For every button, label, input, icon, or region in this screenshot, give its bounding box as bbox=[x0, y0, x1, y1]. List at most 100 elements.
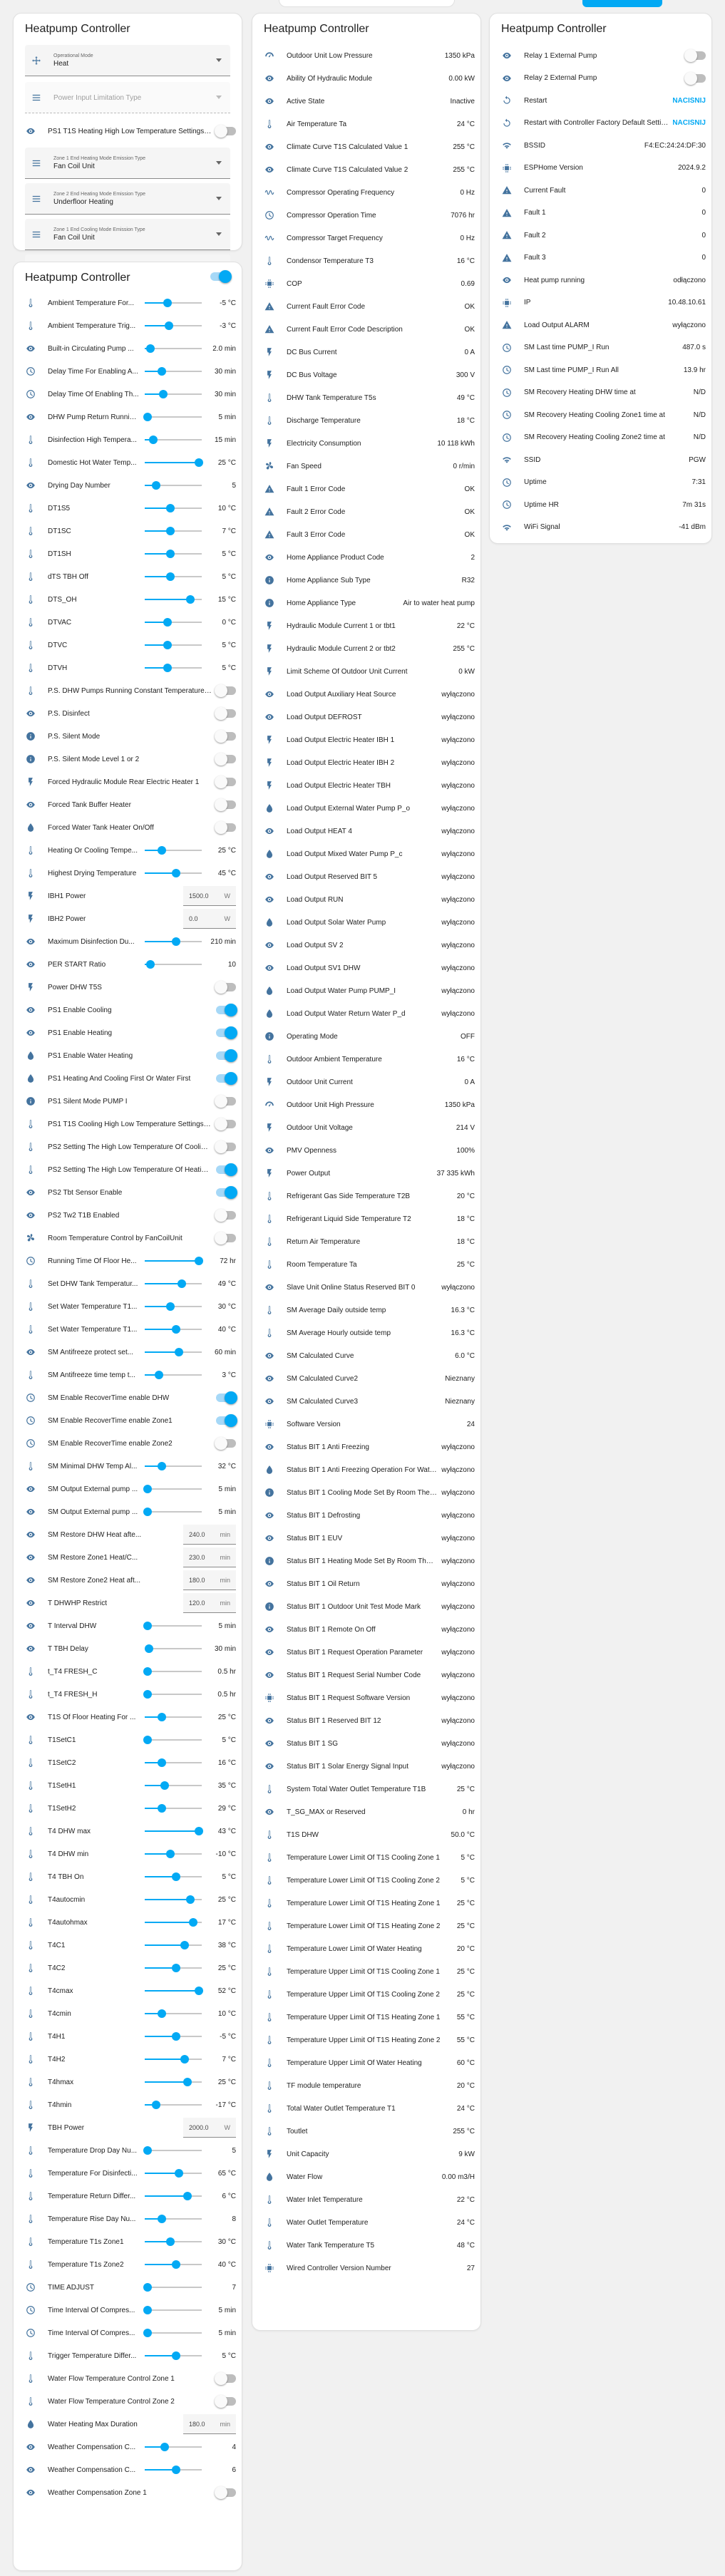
sensor-row-load-output-water-pump-pump-i[interactable]: Load Output Water Pump PUMP_I wyłączono bbox=[258, 980, 475, 1001]
slider-handle[interactable] bbox=[172, 1964, 180, 1972]
value-slider[interactable] bbox=[143, 413, 202, 421]
value-slider[interactable] bbox=[145, 1987, 203, 1995]
sensor-row-dc-bus-voltage[interactable]: DC Bus Voltage 300 V bbox=[258, 364, 475, 386]
toggle-switch[interactable] bbox=[216, 1004, 237, 1016]
diag-row-relay-1-external-pump[interactable]: Relay 1 External Pump bbox=[495, 45, 706, 66]
value-slider[interactable] bbox=[145, 436, 202, 444]
slider-handle[interactable] bbox=[158, 2215, 166, 2223]
sensor-row-outdoor-unit-voltage[interactable]: Outdoor Unit Voltage 214 V bbox=[258, 1117, 475, 1138]
switch-row-ps1-heating-and-cooling-first-or-water-f[interactable]: PS1 Heating And Cooling First Or Water F… bbox=[19, 1068, 237, 1089]
switch-row-power-dhw-t5s[interactable]: Power DHW T5S bbox=[19, 977, 236, 998]
diag-row-fault-3[interactable]: Fault 3 0 bbox=[495, 247, 706, 269]
value-slider[interactable] bbox=[145, 367, 202, 376]
sensor-row-system-total-water-outlet-temperature-t1[interactable]: System Total Water Outlet Temperature T1… bbox=[258, 1778, 475, 1800]
sensor-row-pmv-openness[interactable]: PMV Openness 100% bbox=[258, 1140, 475, 1161]
slider-handle[interactable] bbox=[183, 2078, 192, 2086]
sensor-row-temperature-lower-limit-of-t1s-heating-z[interactable]: Temperature Lower Limit Of T1S Heating Z… bbox=[258, 1892, 475, 1914]
slider-handle[interactable] bbox=[166, 2237, 175, 2246]
slider-handle[interactable] bbox=[166, 1302, 175, 1311]
sensor-row-home-appliance-sub-type[interactable]: Home Appliance Sub Type R32 bbox=[258, 570, 475, 591]
value-slider[interactable] bbox=[145, 2032, 202, 2041]
toggle-switch[interactable] bbox=[215, 1140, 236, 1153]
sensor-row-status-bit-1-outdoor-unit-test-mode-mark[interactable]: Status BIT 1 Outdoor Unit Test Mode Mark… bbox=[258, 1596, 475, 1617]
power-input-limitation-select[interactable]: Power Input Limitation Type bbox=[25, 82, 230, 113]
switch-row-ps1-enable-cooling[interactable]: PS1 Enable Cooling bbox=[19, 999, 237, 1021]
switch-row-sm-enable-recovertime-enable-zone1[interactable]: SM Enable RecoverTime enable Zone1 bbox=[19, 1410, 237, 1431]
sensor-row-sm-calculated-curve3[interactable]: SM Calculated Curve3 Nieznany bbox=[258, 1391, 475, 1412]
diag-row-uptime[interactable]: Uptime 7:31 bbox=[495, 472, 706, 493]
sensor-row-sm-calculated-curve[interactable]: SM Calculated Curve 6.0 °C bbox=[258, 1345, 475, 1366]
slider-handle[interactable] bbox=[172, 2351, 180, 2360]
sensor-row-load-output-auxiliary-heat-source[interactable]: Load Output Auxiliary Heat Source wyłączo… bbox=[258, 684, 475, 705]
sensor-row-software-version[interactable]: Software Version 24 bbox=[258, 1413, 475, 1435]
value-slider[interactable] bbox=[145, 504, 202, 512]
switch-row-weather-compensation-zone-1[interactable]: Weather Compensation Zone 1 bbox=[19, 2482, 236, 2503]
switch-row-ps2-tw2-t1b-enabled[interactable]: PS2 Tw2 T1B Enabled bbox=[19, 1205, 236, 1226]
sensor-row-status-bit-1-remote-on-off[interactable]: Status BIT 1 Remote On Off wyłączono bbox=[258, 1619, 475, 1640]
sensor-row-hydraulic-module-current-1-or-tbt1[interactable]: Hydraulic Module Current 1 or tbt1 22 °C bbox=[258, 615, 475, 637]
slider-handle[interactable] bbox=[160, 1781, 169, 1790]
toggle-switch[interactable] bbox=[216, 1414, 237, 1427]
sensor-row-compressor-target-frequency[interactable]: Compressor Target Frequency 0 Hz bbox=[258, 227, 475, 249]
sensor-row-temperature-upper-limit-of-t1s-heating-z[interactable]: Temperature Upper Limit Of T1S Heating Z… bbox=[258, 2029, 475, 2051]
toggle-switch[interactable] bbox=[215, 1209, 236, 1222]
slider-handle[interactable] bbox=[195, 1987, 203, 1995]
sensor-row-load-output-sv1-dhw[interactable]: Load Output SV1 DHW wyłączono bbox=[258, 957, 475, 979]
value-slider[interactable] bbox=[145, 2055, 202, 2064]
sensor-row-status-bit-1-heating-mode-set-by-room-th[interactable]: Status BIT 1 Heating Mode Set By Room Th… bbox=[258, 1550, 475, 1572]
sensor-row-dhw-tank-temperature-t5s[interactable]: DHW Tank Temperature T5s 49 °C bbox=[258, 387, 475, 408]
sensor-row-status-bit-1-cooling-mode-set-by-room-th[interactable]: Status BIT 1 Cooling Mode Set By Room Th… bbox=[258, 1482, 475, 1503]
slider-handle[interactable] bbox=[158, 1758, 166, 1767]
slider-handle[interactable] bbox=[172, 869, 180, 877]
sensor-row-outdoor-ambient-temperature[interactable]: Outdoor Ambient Temperature 16 °C bbox=[258, 1049, 475, 1070]
value-slider[interactable] bbox=[145, 321, 202, 330]
diag-row-fault-1[interactable]: Fault 1 0 bbox=[495, 202, 706, 224]
sensor-row-water-inlet-temperature[interactable]: Water Inlet Temperature 22 °C bbox=[258, 2189, 475, 2210]
switch-row-ps2-setting-the-high-low-temperature-of-[interactable]: PS2 Setting The High Low Temperature Of … bbox=[19, 1159, 237, 1180]
value-slider[interactable] bbox=[145, 527, 202, 535]
sensor-row-temperature-lower-limit-of-t1s-cooling-z[interactable]: Temperature Lower Limit Of T1S Cooling Z… bbox=[258, 1870, 475, 1891]
value-slider[interactable] bbox=[145, 2351, 202, 2360]
slider-handle[interactable] bbox=[158, 1804, 166, 1813]
switch-row-ps1-enable-water-heating[interactable]: PS1 Enable Water Heating bbox=[19, 1045, 237, 1066]
press-button[interactable]: NACIŚNIJ bbox=[672, 119, 706, 127]
sensor-row-tf-module-temperature[interactable]: TF module temperature 20 °C bbox=[258, 2075, 475, 2096]
sensor-row-status-bit-1-anti-freezing[interactable]: Status BIT 1 Anti Freezing wyłączono bbox=[258, 1436, 475, 1458]
sensor-row-current-fault-error-code-description[interactable]: Current Fault Error Code Description OK bbox=[258, 319, 475, 340]
value-slider[interactable] bbox=[145, 1758, 202, 1767]
value-slider[interactable] bbox=[145, 664, 202, 672]
sensor-row-load-output-water-return-water-p-d[interactable]: Load Output Water Return Water P_d wyłącz… bbox=[258, 1003, 475, 1024]
toggle-switch[interactable] bbox=[215, 1118, 236, 1130]
sensor-row-air-temperature-ta[interactable]: Air Temperature Ta 24 °C bbox=[258, 113, 475, 135]
sensor-row-room-temperature-ta[interactable]: Room Temperature Ta 25 °C bbox=[258, 1254, 475, 1275]
switch-row-ps1-t1s-cooling-high-low-temperature-set[interactable]: PS1 T1S Cooling High Low Temperature Set… bbox=[19, 1113, 236, 1135]
switch-row-ps2-setting-the-high-low-temperature-of-[interactable]: PS2 Setting The High Low Temperature Of … bbox=[19, 1136, 236, 1158]
number-input[interactable]: 1500.0 W bbox=[183, 886, 236, 906]
sensor-row-temperature-lower-limit-of-t1s-heating-z[interactable]: Temperature Lower Limit Of T1S Heating Z… bbox=[258, 1915, 475, 1937]
sensor-row-operating-mode[interactable]: Operating Mode OFF bbox=[258, 1026, 475, 1047]
slider-handle[interactable] bbox=[172, 1872, 180, 1881]
slider-handle[interactable] bbox=[152, 481, 160, 490]
value-slider[interactable] bbox=[145, 846, 202, 855]
toggle-switch[interactable] bbox=[216, 1072, 237, 1085]
slider-handle[interactable] bbox=[172, 937, 180, 946]
slider-handle[interactable] bbox=[186, 595, 195, 604]
value-slider[interactable] bbox=[143, 1485, 202, 1493]
value-slider[interactable] bbox=[145, 1348, 202, 1356]
toggle-switch[interactable] bbox=[684, 71, 706, 85]
slider-handle[interactable] bbox=[195, 1257, 203, 1265]
slider-handle[interactable] bbox=[158, 390, 168, 398]
switch-row-water-flow-temperature-control-zone-1[interactable]: Water Flow Temperature Control Zone 1 bbox=[19, 2368, 236, 2389]
sensor-row-compressor-operation-time[interactable]: Compressor Operation Time 7076 hr bbox=[258, 205, 475, 226]
sensor-row-current-fault-error-code[interactable]: Current Fault Error Code OK bbox=[258, 296, 475, 317]
value-slider[interactable] bbox=[145, 1781, 202, 1790]
slider-handle[interactable] bbox=[146, 960, 155, 969]
slider-handle[interactable] bbox=[155, 1371, 163, 1379]
toggle-row[interactable]: PS1 T1S Heating High Low Temperature Set… bbox=[19, 120, 236, 142]
slider-handle[interactable] bbox=[143, 1485, 152, 1493]
slider-handle[interactable] bbox=[158, 1713, 166, 1721]
diag-row-sm-recovery-heating-cooling-zone2-time-a[interactable]: SM Recovery Heating Cooling Zone2 time a… bbox=[495, 427, 706, 448]
number-input[interactable]: 2000.0 W bbox=[183, 2118, 236, 2138]
value-slider[interactable] bbox=[145, 2466, 202, 2474]
sensor-row-load-output-defrost[interactable]: Load Output DEFROST wyłączono bbox=[258, 706, 475, 728]
